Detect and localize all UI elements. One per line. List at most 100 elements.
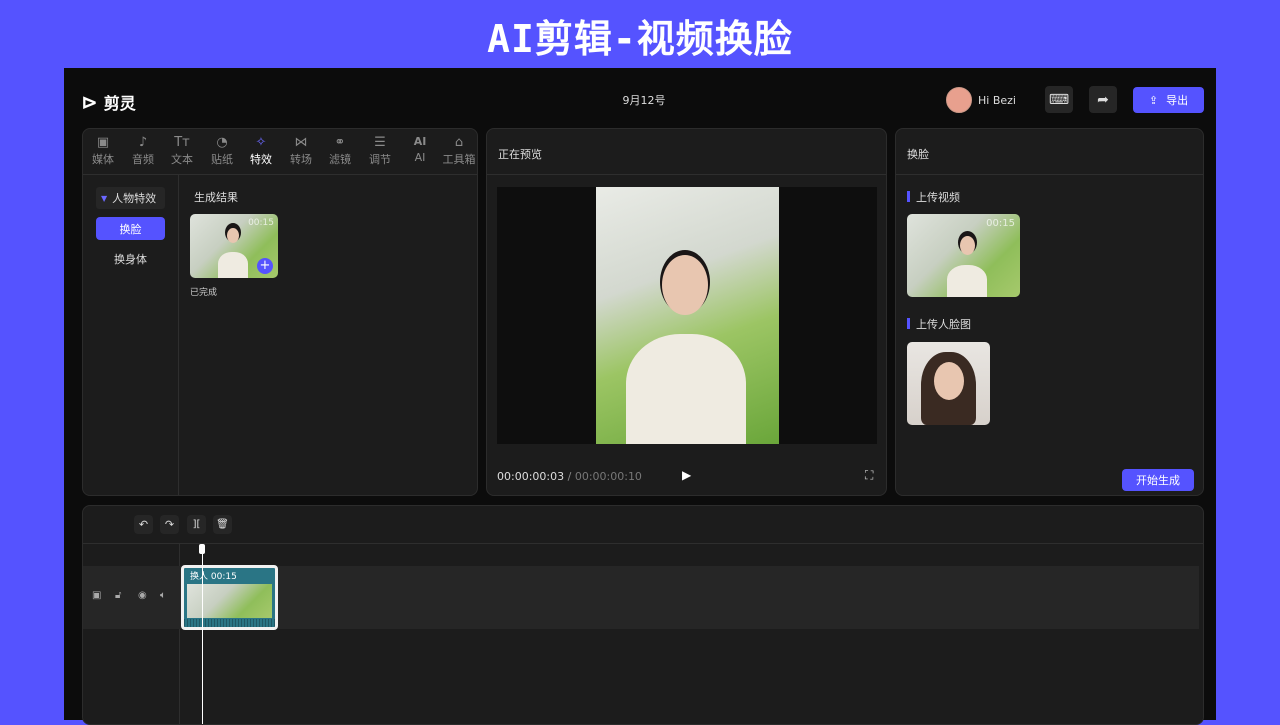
sliders-icon: ☰ <box>360 135 400 151</box>
label-text: 上传人脸图 <box>916 318 971 331</box>
sidebar-item-body-swap[interactable]: 换身体 <box>96 247 165 270</box>
fullscreen-button[interactable]: ⛶ <box>865 468 873 483</box>
video-frame <box>596 187 779 444</box>
tab-transitions[interactable]: ⋈ 转场 <box>281 135 321 167</box>
uploaded-video-thumbnail[interactable]: 00:15 <box>907 214 1020 297</box>
result-thumbnail[interactable]: 00:15 + <box>190 214 278 278</box>
category-people-effects[interactable]: ▼人物特效 <box>96 187 165 209</box>
clip-duration: 00:15 <box>211 572 237 582</box>
share-button[interactable]: ➦ <box>1089 86 1117 113</box>
tab-label: 滤镜 <box>329 153 351 166</box>
eye-icon[interactable]: ◉ <box>138 590 147 601</box>
play-icon: ▶ <box>682 468 691 482</box>
tab-label: 贴纸 <box>211 153 233 166</box>
keyboard-icon: ⌨ <box>1049 92 1069 108</box>
redo-button[interactable]: ↷ <box>160 515 179 534</box>
timeline-panel: ↶ ↷ ][ 🗑 ▣ 🔓︎ ◉ 🔈︎ 换人 00:15 <box>82 505 1204 725</box>
app-window: ⊳ 剪灵 9月12号 Hi Bezi ⌨ ➦ ⇪导出 ▣ 媒体 ♪ 音频 Tт文本 … <box>64 68 1216 720</box>
app-logo: ⊳ 剪灵 <box>81 90 136 114</box>
person-body <box>947 265 987 297</box>
tab-toolbox[interactable]: ⌂ 工具箱 <box>439 135 478 167</box>
preview-panel: 正在预览 00:00:00:03 / 00:00:00:10 ▶ ⛶ <box>486 128 887 496</box>
toolbox-icon: ⌂ <box>439 135 478 151</box>
app-name: 剪灵 <box>104 90 136 114</box>
fullscreen-icon: ⛶ <box>865 468 873 482</box>
transition-icon: ⋈ <box>281 135 321 151</box>
volume-icon[interactable]: 🔈︎ <box>160 590 166 601</box>
person-body <box>626 334 746 444</box>
face-swap-panel: 换脸 上传视频 00:15 上传人脸图 开始生成 <box>895 128 1204 496</box>
preview-header: 正在预览 <box>487 129 887 175</box>
video-track: ▣ 🔓︎ ◉ 🔈︎ 换人 00:15 <box>83 566 1199 629</box>
preview-title: 正在预览 <box>498 148 542 161</box>
category-label: 人物特效 <box>112 190 156 206</box>
play-button[interactable]: ▶ <box>682 468 691 482</box>
assets-panel: ▣ 媒体 ♪ 音频 Tт文本 ◔贴纸 ✧特效 ⋈ 转场 ⚭ 滤镜 ☰ 调节 AIAI ⌂ 工… <box>82 128 478 496</box>
tab-label: 媒体 <box>92 153 114 166</box>
person-body <box>218 252 248 278</box>
face-swap-header: 换脸 <box>896 129 1204 175</box>
label-text: 上传视频 <box>916 191 960 204</box>
tab-label: AI <box>415 151 426 164</box>
project-date: 9月12号 <box>604 92 684 108</box>
audio-waveform <box>184 619 275 630</box>
effects-sidebar: ▼人物特效 换脸 换身体 <box>83 175 179 496</box>
magic-wand-icon: ✧ <box>241 135 281 151</box>
clip-label: 换人 <box>190 572 208 582</box>
tab-label: 音频 <box>132 153 154 166</box>
person-head <box>662 255 708 315</box>
keyboard-shortcuts-button[interactable]: ⌨ <box>1045 86 1073 113</box>
delete-button[interactable]: 🗑 <box>213 515 232 534</box>
split-button[interactable]: ][ <box>187 515 206 534</box>
tab-ai[interactable]: AIAI <box>400 135 440 164</box>
result-status: 已完成 <box>190 285 217 298</box>
clip-frames <box>187 584 272 618</box>
face-swap-title: 换脸 <box>907 148 929 161</box>
start-generate-button[interactable]: 开始生成 <box>1122 469 1194 491</box>
tab-filters[interactable]: ⚭ 滤镜 <box>320 135 360 167</box>
timecode: 00:00:00:03 / 00:00:00:10 <box>497 470 642 483</box>
timeline-clip[interactable]: 换人 00:15 <box>181 565 278 630</box>
undo-button[interactable]: ↶ <box>134 515 153 534</box>
lock-icon[interactable]: 🔓︎ <box>115 590 121 601</box>
upload-video-label: 上传视频 <box>907 189 960 205</box>
avatar[interactable] <box>946 87 972 113</box>
track-cover-icon[interactable]: ▣ <box>92 590 101 601</box>
tab-bar: ▣ 媒体 ♪ 音频 Tт文本 ◔贴纸 ✧特效 ⋈ 转场 ⚭ 滤镜 ☰ 调节 AIAI ⌂ 工… <box>83 129 478 175</box>
upload-face-label: 上传人脸图 <box>907 316 971 332</box>
tab-text[interactable]: Tт文本 <box>162 135 202 167</box>
uploaded-face-image[interactable] <box>907 342 990 425</box>
add-icon[interactable]: + <box>257 258 273 274</box>
export-button[interactable]: ⇪导出 <box>1133 87 1204 113</box>
tab-stickers[interactable]: ◔贴纸 <box>202 135 242 167</box>
banner-title: AI剪辑-视频换脸 <box>0 8 1280 63</box>
sidebar-item-face-swap[interactable]: 换脸 <box>96 217 165 240</box>
tab-audio[interactable]: ♪ 音频 <box>123 135 163 167</box>
username: Hi Bezi <box>978 94 1016 107</box>
tab-media[interactable]: ▣ 媒体 <box>83 135 123 167</box>
playhead-handle[interactable] <box>199 544 205 554</box>
ai-icon: AI <box>400 135 440 151</box>
tab-effects[interactable]: ✧特效 <box>241 135 281 167</box>
trash-icon: 🗑 <box>216 519 229 530</box>
tab-label: 调节 <box>369 153 391 166</box>
face <box>934 362 964 400</box>
tab-label: 工具箱 <box>443 153 476 166</box>
undo-icon: ↶ <box>139 518 148 531</box>
accent-bar <box>907 191 910 202</box>
filter-icon: ⚭ <box>320 135 360 151</box>
total-time: 00:00:00:10 <box>575 470 642 483</box>
media-icon: ▣ <box>83 135 123 151</box>
current-time: 00:00:00:03 <box>497 470 564 483</box>
video-canvas[interactable] <box>497 187 877 444</box>
video-duration: 00:15 <box>986 218 1015 229</box>
redo-icon: ↷ <box>165 518 174 531</box>
tab-label: 转场 <box>290 153 312 166</box>
playhead[interactable] <box>202 544 203 725</box>
music-icon: ♪ <box>123 135 163 151</box>
person-head <box>960 236 975 255</box>
person-head <box>227 228 239 243</box>
tab-adjust[interactable]: ☰ 调节 <box>360 135 400 167</box>
export-label: 导出 <box>1166 92 1188 108</box>
tab-label: 文本 <box>171 153 193 166</box>
